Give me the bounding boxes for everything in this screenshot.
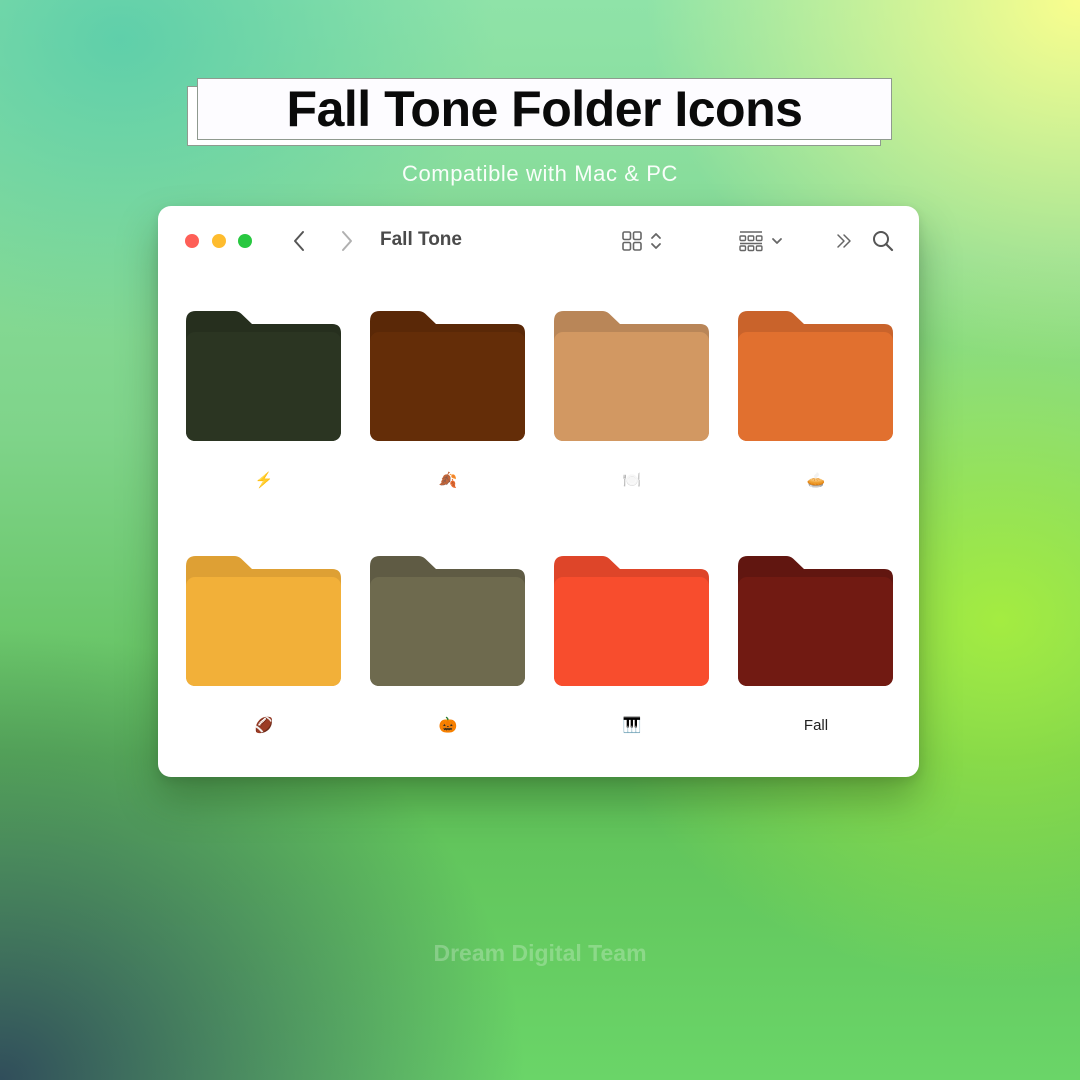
folder-front: [186, 332, 341, 441]
title-banner: Fall Tone Folder Icons: [197, 78, 892, 140]
folder-label[interactable]: Fall: [738, 716, 894, 736]
folder-item[interactable]: [554, 556, 710, 688]
folder-icon: [370, 311, 525, 441]
view-mode-button[interactable]: [616, 228, 668, 254]
folder-icon: [370, 556, 525, 686]
page-title: Fall Tone Folder Icons: [286, 81, 803, 137]
folder-item[interactable]: [186, 311, 342, 443]
subtitle: Compatible with Mac & PC: [401, 161, 679, 186]
folder-front: [554, 577, 709, 686]
folder-icon: [554, 311, 709, 441]
folder-icon: [554, 556, 709, 686]
folder-label[interactable]: 🥧: [738, 471, 894, 491]
chevron-left-icon: [294, 231, 304, 251]
folder-icon: [186, 311, 341, 441]
chevron-down-icon: [772, 238, 782, 244]
folder-label[interactable]: 🏈: [186, 716, 342, 736]
folder-label[interactable]: 🍽️: [554, 471, 710, 491]
folder-front: [186, 577, 341, 686]
folder-item[interactable]: [186, 556, 342, 688]
grid-view-icon: [622, 231, 642, 251]
forward-button[interactable]: [336, 228, 358, 254]
folder-label[interactable]: ⚡: [186, 471, 342, 491]
folder-item[interactable]: [370, 556, 526, 688]
folder-icon: [186, 556, 341, 686]
folder-front: [738, 332, 893, 441]
window-title: Fall Tone: [380, 229, 462, 250]
up-down-chevron-icon: [651, 233, 661, 249]
folder-item[interactable]: [554, 311, 710, 443]
folder-label[interactable]: 🎹: [554, 716, 710, 736]
folder-item[interactable]: [738, 311, 894, 443]
folder-item[interactable]: [738, 556, 894, 688]
folder-front: [370, 332, 525, 441]
group-by-button[interactable]: [734, 228, 788, 254]
folder-label[interactable]: 🎃: [370, 716, 526, 736]
folder-icon: [738, 311, 893, 441]
folder-item[interactable]: [370, 311, 526, 443]
close-button[interactable]: [185, 234, 199, 248]
group-by-icon: [739, 231, 763, 252]
folder-icon: [738, 556, 893, 686]
double-chevron-right-icon: [837, 234, 851, 248]
finder-window: Fall Tone ⚡ 🍂 🍽️ 🥧 🏈 🎃 🎹 Fall: [158, 206, 919, 777]
more-button[interactable]: [832, 228, 856, 254]
folder-front: [738, 577, 893, 686]
back-button[interactable]: [288, 228, 310, 254]
footer-credit: Dream Digital Team: [433, 940, 647, 966]
folder-front: [554, 332, 709, 441]
minimize-button[interactable]: [212, 234, 226, 248]
search-button[interactable]: [870, 228, 896, 254]
zoom-button[interactable]: [238, 234, 252, 248]
search-icon: [873, 231, 894, 252]
folder-front: [370, 577, 525, 686]
chevron-right-icon: [342, 231, 352, 251]
folder-label[interactable]: 🍂: [370, 471, 526, 491]
